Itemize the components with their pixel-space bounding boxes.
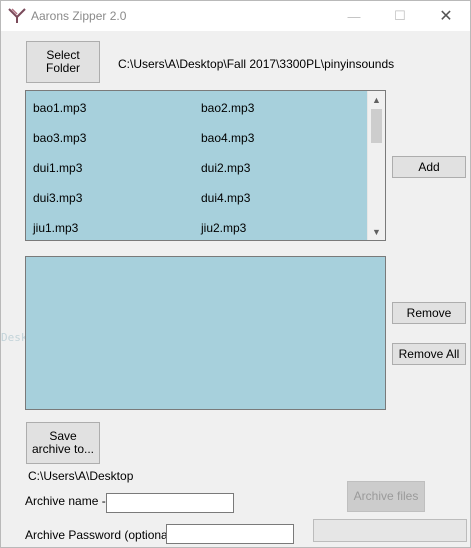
save-archive-to-button[interactable]: Save archive to... [26,422,100,464]
minimize-icon: — [347,8,361,24]
file-list-item[interactable]: jiu2.mp3 [201,221,246,235]
archive-progress-bar [313,519,467,542]
file-list-item[interactable]: bao2.mp3 [201,101,254,115]
file-list-item[interactable]: bao1.mp3 [33,101,86,115]
archive-name-label: Archive name - [25,494,106,508]
file-list-item[interactable]: dui2.mp3 [201,161,250,175]
remove-button[interactable]: Remove [392,302,466,324]
file-list-row: bao3.mp3 bao4.mp3 [33,124,363,154]
maximize-icon: ☐ [394,8,406,23]
add-button[interactable]: Add [392,156,466,178]
file-list[interactable]: bao1.mp3 bao2.mp3 bao3.mp3 bao4.mp3 dui1.mp3… [25,90,386,241]
archive-password-input[interactable] [166,524,294,544]
scroll-down-arrow-icon[interactable]: ▼ [368,223,385,240]
title-bar[interactable]: Aarons Zipper 2.0 — ☐ ✕ [1,1,470,31]
file-list-item[interactable]: bao3.mp3 [33,131,86,145]
close-button[interactable]: ✕ [423,1,469,31]
app-window: Aarons Zipper 2.0 — ☐ ✕ Select Folder C:… [0,0,471,548]
close-icon: ✕ [439,8,453,25]
archive-files-button[interactable]: Archive files [347,481,425,512]
file-list-item[interactable]: dui3.mp3 [33,191,82,205]
scroll-up-arrow-icon[interactable]: ▲ [368,91,385,108]
maximize-button[interactable]: ☐ [377,1,423,31]
save-path-label: C:\Users\A\Desktop [28,469,134,483]
file-list-row: bao1.mp3 bao2.mp3 [33,94,363,124]
select-folder-button[interactable]: Select Folder [26,41,100,83]
app-logo-icon [8,8,26,23]
folder-path-label: C:\Users\A\Desktop\Fall 2017\3300PL\piny… [118,57,395,71]
window-title: Aarons Zipper 2.0 [31,9,127,23]
file-grid: bao1.mp3 bao2.mp3 bao3.mp3 bao4.mp3 dui1.mp3… [33,94,363,240]
archive-name-input[interactable] [106,493,234,513]
remove-all-button[interactable]: Remove All [392,343,466,365]
file-list-row: dui1.mp3 dui2.mp3 [33,154,363,184]
selected-files-list[interactable] [25,256,386,410]
file-list-item[interactable]: dui1.mp3 [33,161,82,175]
scroll-thumb[interactable] [371,109,382,143]
file-list-scrollbar[interactable]: ▲ ▼ [367,91,385,240]
archive-password-label: Archive Password (optional) - [25,528,182,542]
file-list-item[interactable]: jiu1.mp3 [33,221,78,235]
file-list-item[interactable]: dui4.mp3 [201,191,250,205]
minimize-button[interactable]: — [331,1,377,31]
file-list-row: dui3.mp3 dui4.mp3 [33,184,363,214]
file-list-item[interactable]: bao4.mp3 [201,131,254,145]
file-list-row: jiu1.mp3 jiu2.mp3 [33,214,363,240]
